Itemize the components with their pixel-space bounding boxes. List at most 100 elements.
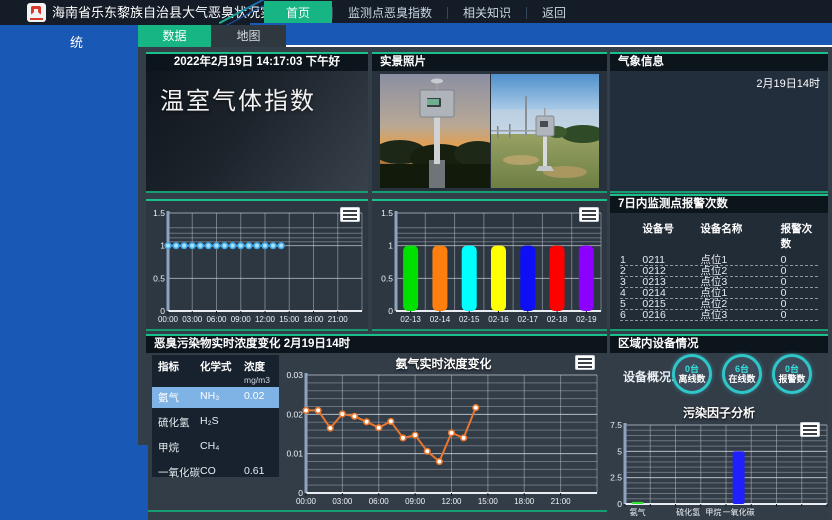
svg-text:09:00: 09:00 [405, 497, 426, 506]
svg-text:7.5: 7.5 [610, 420, 622, 430]
svg-text:2.5: 2.5 [610, 473, 622, 483]
datetime-header: 2022年2月19日 14:17:03 下午好 [146, 54, 368, 71]
svg-text:00:00: 00:00 [158, 315, 179, 324]
weather-panel-title: 气象信息 [610, 54, 828, 71]
tabs-filler [286, 25, 832, 47]
svg-text:0.5: 0.5 [381, 273, 393, 283]
greenhouse-trend-chart-panel: 00.511.500:0003:0006:0009:0012:0015:0018… [146, 199, 368, 331]
svg-text:15:00: 15:00 [279, 315, 300, 324]
main-nav: 首页监测点恶臭指数相关知识返回 [264, 0, 581, 25]
svg-text:0.03: 0.03 [286, 370, 303, 380]
svg-text:15:00: 15:00 [478, 497, 499, 506]
odor-panel: 恶臭污染物实时浓度变化 2月19日14时 指标 化学式 浓度 mg/m3 氨气N… [146, 334, 607, 512]
odor-table-row[interactable]: 氨气NH₃0.02 [152, 387, 279, 408]
device-stat-circle-1: 6台在线数 [722, 354, 762, 394]
svg-text:02-16: 02-16 [488, 315, 509, 324]
alarm-table-header: 设备号 设备名称 报警次数 [620, 219, 818, 255]
chart-menu-icon[interactable] [800, 422, 820, 437]
svg-text:02-18: 02-18 [547, 315, 568, 324]
app-title-wrap: 统 [70, 32, 83, 51]
daily-odor-chart: 0 0.5 1 1.5 02-13 02-14 02-15 02-16 02-17 02-18 02… [372, 201, 607, 329]
greenhouse-trend-chart: 00.511.500:0003:0006:0009:0012:0015:0018… [146, 201, 368, 329]
pollution-factor-chart-area: 0 2.5 5 7.5 氨气 硫化氢甲烷一氧化碳 [610, 418, 828, 520]
nav-item-2[interactable]: 相关知识 [448, 1, 526, 24]
topbar-underline [250, 23, 832, 25]
svg-text:1.5: 1.5 [381, 208, 393, 218]
svg-text:09:00: 09:00 [231, 315, 252, 324]
odor-unit-label: mg/m3 [152, 375, 279, 385]
svg-text:02-15: 02-15 [459, 315, 480, 324]
chart-menu-icon[interactable] [340, 207, 360, 222]
nav-item-0[interactable]: 首页 [264, 1, 332, 24]
svg-text:02-19: 02-19 [576, 315, 597, 324]
app-logo-icon [27, 3, 46, 22]
view-tabs: 数据 地图 [138, 25, 832, 47]
alarm-table: 设备号 设备名称 报警次数 10211点位1020212点位2030213点位3… [610, 213, 828, 321]
photo-panel: 实景照片 [372, 52, 607, 193]
svg-text:02-17: 02-17 [518, 315, 539, 324]
svg-text:03:00: 03:00 [182, 315, 203, 324]
nav-item-3[interactable]: 返回 [527, 1, 581, 24]
svg-text:00:00: 00:00 [296, 497, 317, 506]
svg-text:18:00: 18:00 [303, 315, 324, 324]
content-area: 2022年2月19日 14:17:03 下午好 温室气体指数 实景照片 [138, 47, 832, 520]
odor-table-row[interactable]: 一氧化碳CO0.61 [152, 462, 279, 483]
svg-text:0.5: 0.5 [153, 273, 165, 283]
svg-text:0.02: 0.02 [286, 409, 303, 419]
svg-text:甲烷: 甲烷 [705, 507, 721, 517]
nav-item-1[interactable]: 监测点恶臭指数 [333, 1, 447, 24]
odor-table-row[interactable]: 甲烷CH₄ [152, 437, 279, 458]
svg-text:21:00: 21:00 [551, 497, 572, 506]
alarm-panel: 7日内监测点报警次数 设备号 设备名称 报警次数 10211点位1020212点… [610, 194, 828, 331]
device-stat-circles: 0台离线数6台在线数0台报警数 [672, 354, 812, 394]
odor-table: 指标 化学式 浓度 mg/m3 氨气NH₃0.02硫化氢H₂S甲烷CH₄一氧化碳… [152, 355, 279, 477]
svg-text:12:00: 12:00 [441, 497, 462, 506]
svg-text:硫化氢: 硫化氢 [676, 507, 700, 517]
dashboard: 海南省乐东黎族自治县大气恶臭状况实时发布系 首页监测点恶臭指数相关知识返回 统 … [0, 0, 832, 520]
svg-text:18:00: 18:00 [514, 497, 535, 506]
tab-map[interactable]: 地图 [211, 25, 286, 47]
odor-panel-title: 恶臭污染物实时浓度变化 2月19日14时 [146, 336, 607, 353]
svg-text:21:00: 21:00 [328, 315, 349, 324]
pollution-factor-chart: 0 2.5 5 7.5 氨气 硫化氢甲烷一氧化碳 [610, 418, 828, 520]
device-stat-circle-0: 0台离线数 [672, 354, 712, 394]
device-panel: 区域内设备情况 设备概况: 0台离线数6台在线数0台报警数 污染因子分析 02.… [610, 334, 828, 520]
svg-text:0: 0 [617, 499, 622, 509]
nh3-trend-chart: 00.010.020.0300:0003:0006:0009:0012:0015… [282, 353, 605, 512]
odor-table-header: 指标 化学式 浓度 [152, 355, 279, 375]
station-photo-sunset [380, 74, 490, 188]
device-overview-label: 设备概况: [623, 368, 675, 385]
svg-text:12:00: 12:00 [255, 315, 276, 324]
device-panel-title: 区域内设备情况 [610, 336, 828, 353]
svg-text:5: 5 [617, 446, 622, 456]
svg-text:1.5: 1.5 [153, 208, 165, 218]
alarm-panel-title: 7日内监测点报警次数 [610, 196, 828, 213]
alarm-table-row: 60216点位30 [620, 310, 818, 321]
sidebar-extension [138, 445, 148, 520]
svg-text:氨气: 氨气 [630, 507, 646, 517]
top-bar: 海南省乐东黎族自治县大气恶臭状况实时发布系 首页监测点恶臭指数相关知识返回 [0, 0, 832, 25]
odor-table-row[interactable]: 硫化氢H₂S [152, 412, 279, 433]
svg-text:06:00: 06:00 [206, 315, 227, 324]
photo-panel-title: 实景照片 [372, 54, 607, 71]
tab-data[interactable]: 数据 [138, 25, 211, 47]
chart-menu-icon[interactable] [579, 207, 599, 222]
svg-text:02-13: 02-13 [400, 315, 421, 324]
chart-menu-icon[interactable] [575, 355, 595, 370]
svg-text:0.01: 0.01 [286, 449, 303, 459]
svg-text:一氧化碳: 一氧化碳 [723, 507, 755, 517]
sidebar: 统 [0, 25, 138, 520]
station-photo-field [491, 74, 600, 188]
device-stat-circle-2: 0台报警数 [772, 354, 812, 394]
svg-text:02-14: 02-14 [430, 315, 451, 324]
nh3-chart-area: 氨气实时浓度变化 00.010.020.0300:0003:0006:0009:… [282, 353, 605, 512]
weather-panel: 气象信息 2月19日14时 [610, 52, 828, 193]
svg-text:06:00: 06:00 [369, 497, 390, 506]
greeting-panel: 2022年2月19日 14:17:03 下午好 温室气体指数 [146, 52, 368, 193]
greenhouse-index-headline: 温室气体指数 [146, 71, 368, 126]
daily-odor-chart-panel: 0 0.5 1 1.5 02-13 02-14 02-15 02-16 02-17 02-18 02… [372, 199, 607, 331]
svg-text:0: 0 [388, 306, 393, 316]
weather-timestamp: 2月19日14时 [756, 75, 820, 91]
svg-text:1: 1 [388, 241, 393, 251]
svg-text:03:00: 03:00 [332, 497, 353, 506]
